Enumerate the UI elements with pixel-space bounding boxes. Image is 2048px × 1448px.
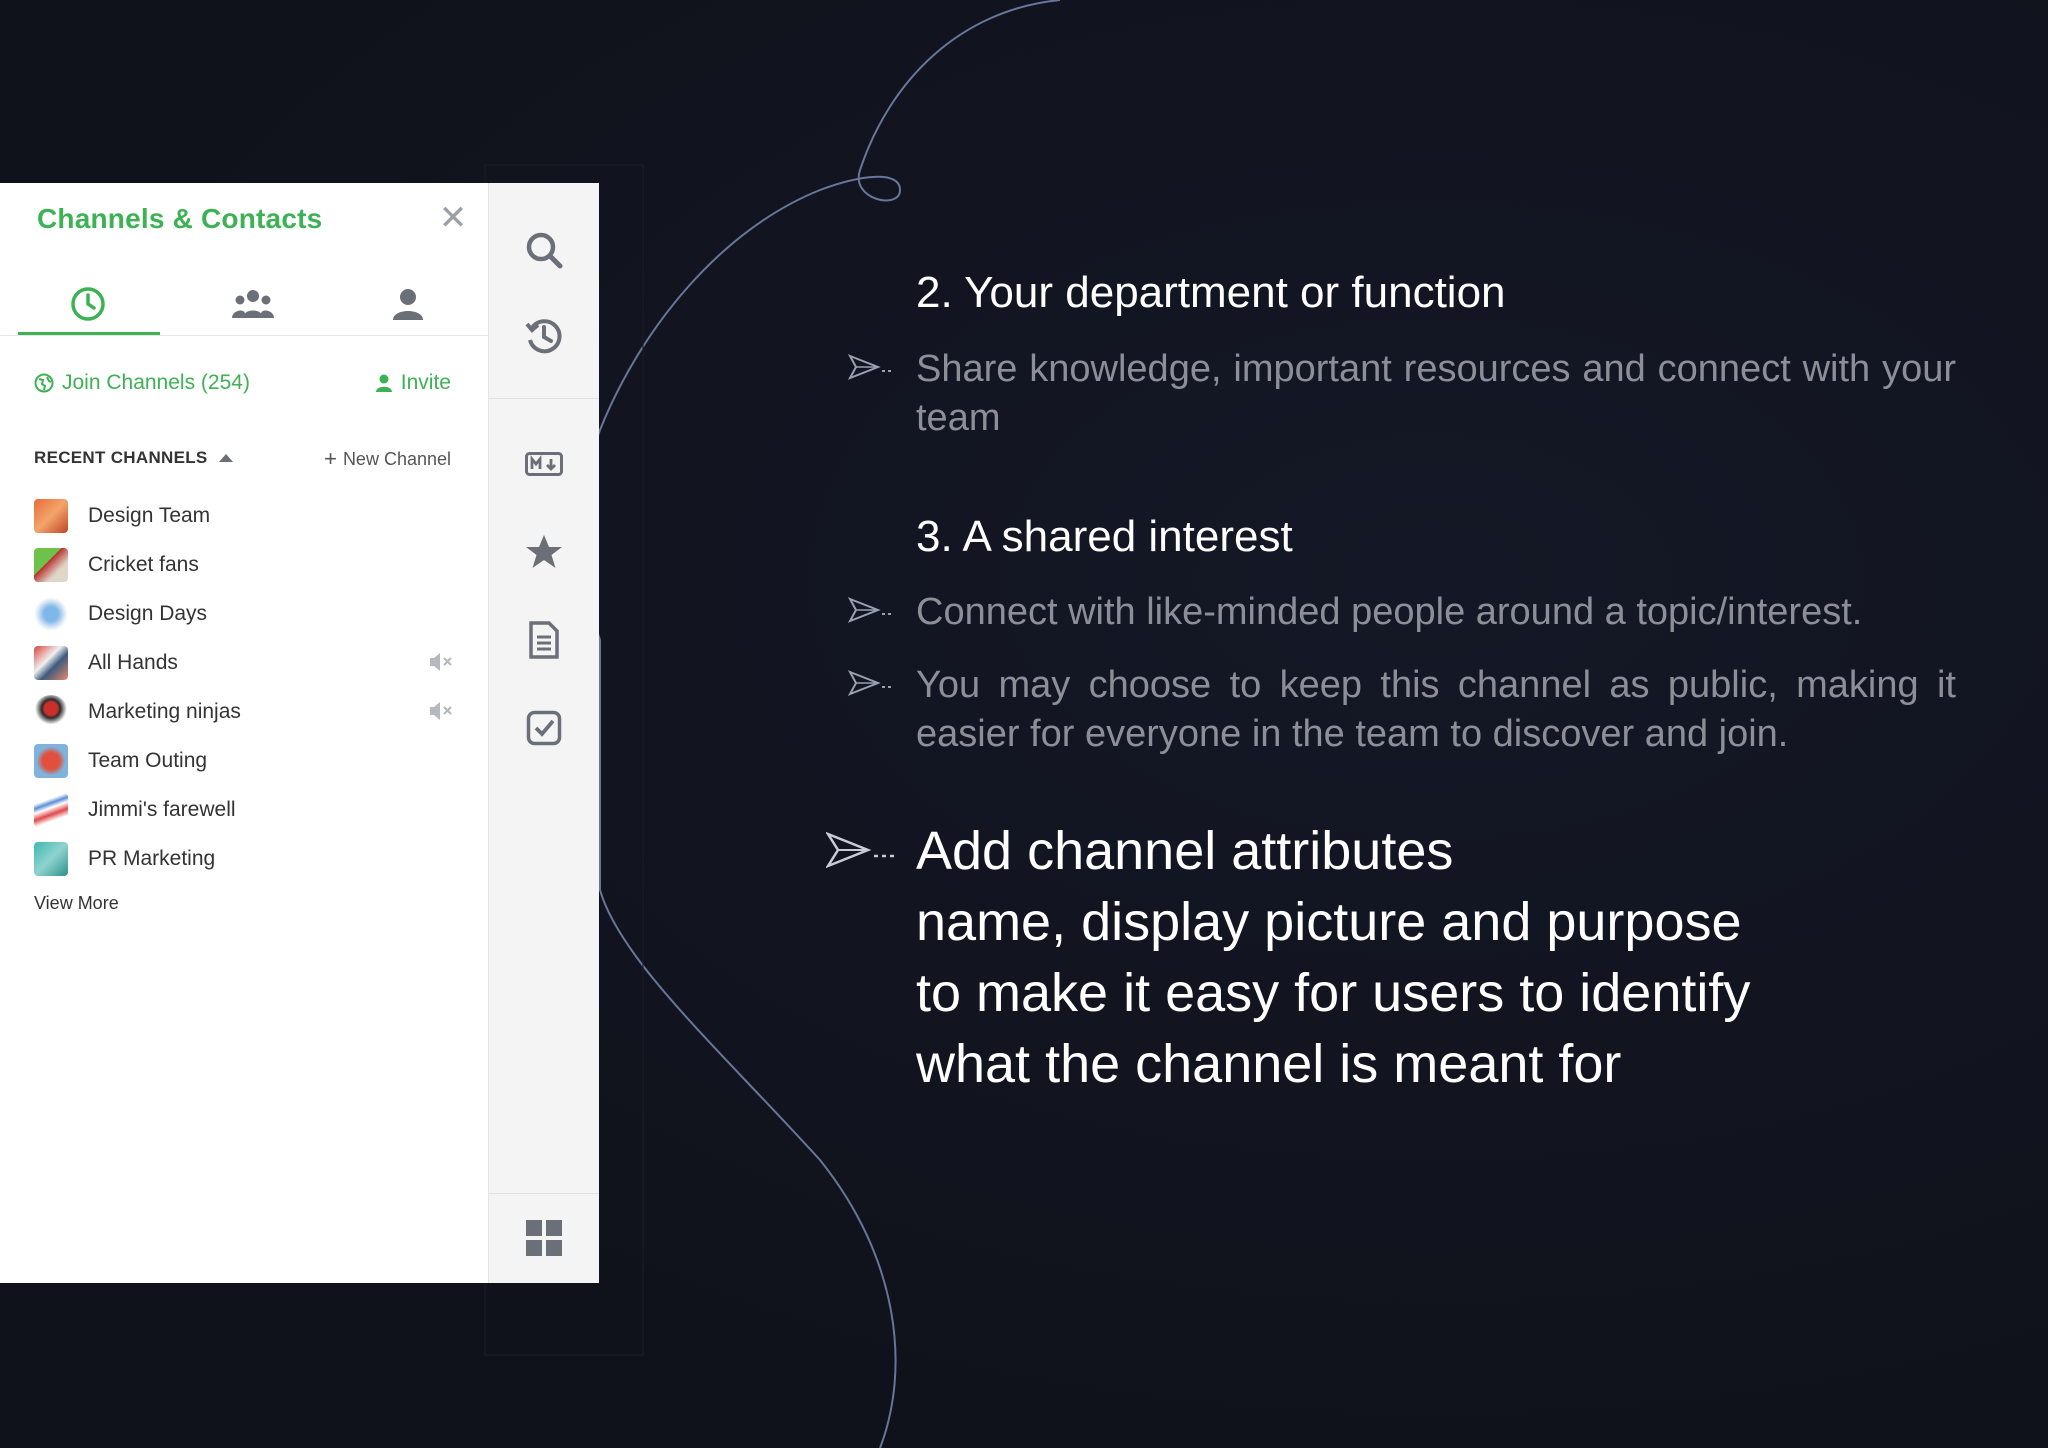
star-icon	[526, 535, 562, 568]
channel-name: Jimmi's farewell	[88, 797, 236, 821]
section3-bullet1: Connect with like-minded people around a…	[916, 591, 1863, 633]
channel-name: Design Days	[88, 601, 208, 625]
channel-avatar	[34, 596, 68, 631]
section2-heading: 2. Your department or function	[916, 268, 1506, 317]
join-channels-label: Join Channels (254)	[62, 371, 250, 394]
channel-name: Design Team	[88, 503, 211, 527]
new-channel-button[interactable]: + New Channel	[324, 446, 451, 472]
attributes-line: to make it easy for users to identify	[916, 963, 1751, 1023]
paper-plane-icon	[848, 354, 891, 380]
section3-bullet2: You may choose to keep this channel as p…	[916, 664, 1956, 755]
channel-name: Cricket fans	[88, 552, 199, 576]
channel-avatar	[34, 792, 68, 827]
close-icon[interactable]: ✕	[438, 201, 468, 235]
group-icon	[232, 290, 274, 318]
muted-icon	[430, 653, 452, 671]
markdown-button[interactable]	[517, 437, 571, 491]
caret-up-icon	[218, 454, 233, 462]
channel-item-team-outing[interactable]: Team Outing	[34, 736, 454, 785]
paper-plane-icon	[826, 831, 894, 869]
tab-contacts[interactable]	[338, 273, 478, 335]
recent-channels-toggle[interactable]: RECENT CHANNELS	[34, 448, 234, 468]
new-channel-label: New Channel	[342, 448, 451, 469]
plus-icon: +	[324, 446, 337, 471]
panel-title: Channels & Contacts	[37, 203, 323, 234]
rail-divider	[489, 1193, 599, 1194]
side-rail	[488, 183, 599, 1283]
channel-item-jimmis-farewell[interactable]: Jimmi's farewell	[34, 785, 454, 834]
tasks-button[interactable]	[517, 701, 571, 755]
person-icon	[393, 289, 423, 320]
channels-contacts-panel: Channels & Contacts ✕ Join Channels (254…	[0, 183, 488, 1283]
panel-tabs	[18, 273, 488, 343]
view-more-link[interactable]: View More	[34, 893, 119, 914]
attributes-line: what the channel is meant for	[916, 1034, 1622, 1094]
channel-item-pr-marketing[interactable]: PR Marketing	[34, 834, 454, 883]
channel-avatar	[34, 841, 68, 876]
notes-button[interactable]	[517, 613, 571, 667]
divider	[0, 335, 488, 336]
channel-name: Marketing ninjas	[88, 699, 241, 723]
starred-button[interactable]	[517, 525, 571, 579]
search-icon	[526, 232, 563, 269]
channel-avatar	[34, 498, 68, 533]
tab-recent[interactable]	[18, 273, 158, 335]
tasks-icon	[526, 710, 562, 746]
history-icon	[525, 319, 562, 354]
notes-icon	[529, 621, 559, 659]
channel-item-design-days[interactable]: Design Days	[34, 589, 454, 638]
history-button[interactable]	[517, 309, 571, 363]
section3-heading: 3. A shared interest	[916, 512, 1293, 561]
channel-name: All Hands	[88, 650, 178, 674]
channel-avatar	[34, 547, 68, 582]
clock-icon	[71, 287, 105, 321]
channel-name: PR Marketing	[88, 846, 216, 870]
globe-icon	[34, 373, 54, 393]
channel-item-design-team[interactable]: Design Team	[34, 491, 454, 540]
channel-avatar	[34, 645, 68, 680]
apps-grid-icon	[526, 1220, 562, 1256]
markdown-icon	[525, 452, 563, 476]
attributes-line: name, display picture and purpose	[916, 892, 1742, 952]
rail-divider	[489, 398, 599, 399]
channel-item-all-hands[interactable]: All Hands	[34, 638, 454, 687]
recent-channel-list: Design Team Cricket fans Design Days All…	[34, 491, 454, 883]
channel-item-marketing-ninjas[interactable]: Marketing ninjas	[34, 687, 454, 736]
add-person-icon	[375, 374, 392, 392]
invite-button[interactable]: Invite	[375, 371, 451, 395]
section2-text: Share knowledge, important resources and…	[916, 348, 1956, 439]
channel-name: Team Outing	[88, 748, 208, 772]
paper-plane-icon	[848, 597, 891, 623]
join-channels-link[interactable]: Join Channels (254)	[34, 371, 250, 395]
attributes-block: Add channel attributes name, display pic…	[916, 816, 1750, 1100]
invite-label: Invite	[400, 371, 451, 394]
muted-icon	[430, 702, 452, 720]
channel-avatar	[34, 743, 68, 778]
channel-item-cricket-fans[interactable]: Cricket fans	[34, 540, 454, 589]
apps-button[interactable]	[517, 1211, 571, 1265]
channel-avatar	[34, 694, 68, 729]
tab-groups[interactable]	[183, 273, 323, 335]
search-button[interactable]	[517, 223, 571, 277]
recent-channels-heading: RECENT CHANNELS	[34, 448, 208, 467]
paper-plane-icon	[848, 670, 891, 696]
attributes-line: Add channel attributes	[916, 821, 1454, 881]
